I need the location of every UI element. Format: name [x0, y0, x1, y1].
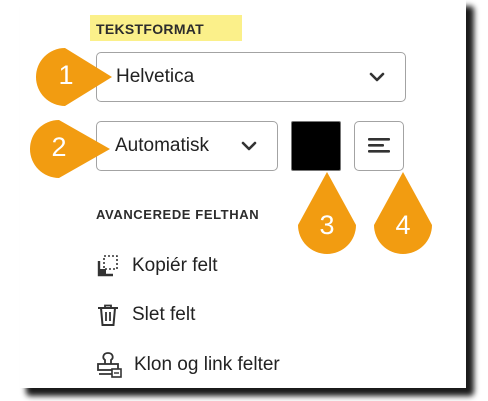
callout-number: 2 [51, 132, 67, 162]
text-color-swatch[interactable] [291, 121, 341, 171]
text-alignment-button[interactable] [354, 121, 404, 171]
trash-icon [98, 304, 118, 326]
copy-field-icon [97, 255, 118, 277]
delete-field-action[interactable]: Slet felt [96, 301, 195, 329]
copy-field-label: Kopiér felt [132, 255, 218, 276]
font-size-dropdown[interactable]: Automatisk [96, 121, 278, 171]
section-title: TEKSTFORMAT [96, 21, 205, 37]
clone-link-fields-action[interactable]: Klon og link felter [96, 351, 280, 379]
delete-field-label: Slet felt [132, 304, 196, 325]
callout-number: 1 [58, 60, 74, 90]
align-left-icon [368, 138, 390, 153]
callout-3: 3 [296, 170, 358, 256]
chevron-down-icon [369, 72, 385, 82]
chevron-down-icon [241, 141, 257, 151]
callout-4: 4 [372, 170, 434, 256]
advanced-section-title: AVANCEREDE FELTHAN [96, 207, 260, 222]
font-family-value: Helvetica [116, 66, 195, 87]
stamp-icon [97, 352, 122, 378]
callout-1: 1 [34, 46, 114, 108]
font-family-dropdown[interactable]: Helvetica [96, 52, 406, 102]
copy-field-action[interactable]: Kopiér felt [96, 252, 218, 280]
callout-number: 3 [319, 210, 335, 240]
callout-2: 2 [26, 118, 112, 180]
font-size-value: Automatisk [115, 135, 209, 156]
clone-link-fields-label: Klon og link felter [134, 354, 280, 375]
callout-number: 4 [395, 210, 411, 240]
